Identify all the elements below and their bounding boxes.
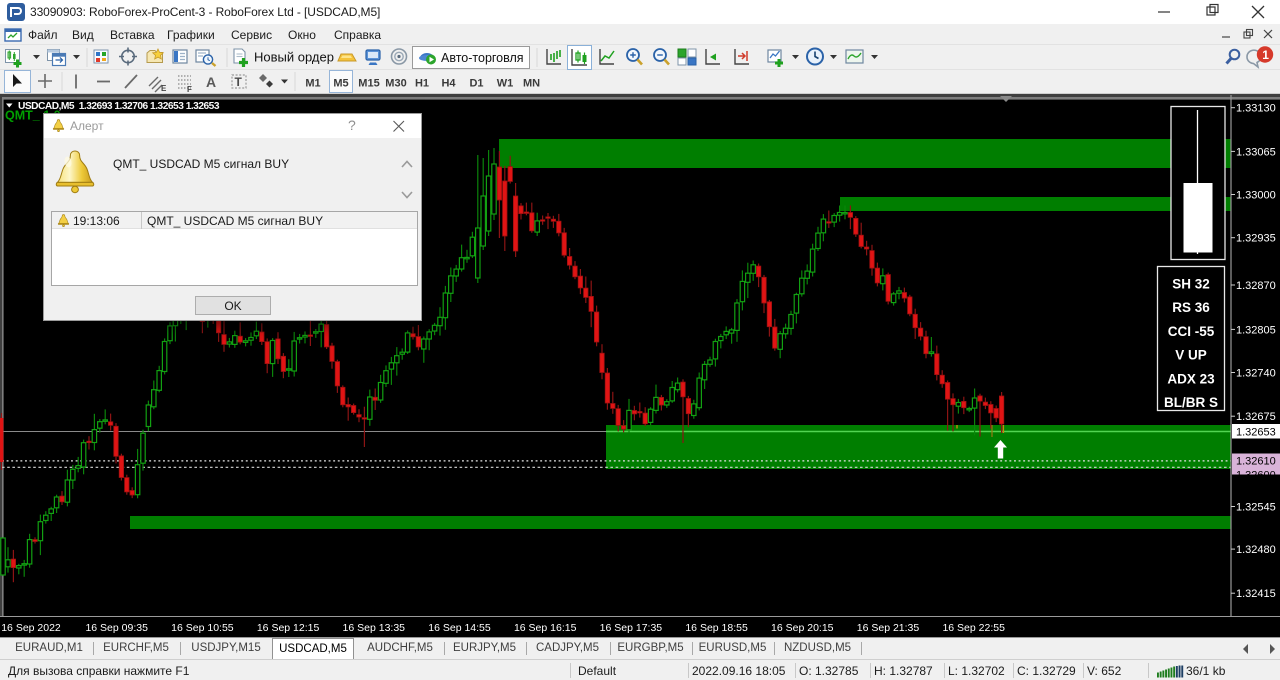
svg-text:SH 32: SH 32: [1172, 277, 1210, 292]
svg-text:1.32870: 1.32870: [1236, 280, 1276, 292]
svg-text:1.33000: 1.33000: [1236, 190, 1276, 202]
svg-text:1.32480: 1.32480: [1236, 544, 1276, 556]
svg-text:D1: D1: [469, 78, 483, 90]
svg-text:A: A: [206, 74, 216, 90]
svg-text:1.32545: 1.32545: [1236, 502, 1276, 514]
svg-text:M5: M5: [333, 78, 348, 90]
svg-text:16 Sep 22:55: 16 Sep 22:55: [942, 622, 1005, 634]
svg-text:RS 36: RS 36: [1172, 300, 1210, 315]
svg-text:1.32653: 1.32653: [1236, 427, 1276, 439]
svg-text:1.32675: 1.32675: [1236, 411, 1276, 423]
svg-text:T: T: [235, 75, 243, 89]
svg-text:CCI -55: CCI -55: [1168, 324, 1215, 339]
svg-text:BL/BR S: BL/BR S: [1164, 395, 1218, 410]
svg-text:M30: M30: [385, 78, 406, 90]
svg-text:16 Sep 16:15: 16 Sep 16:15: [514, 622, 577, 634]
svg-text:1.33130: 1.33130: [1236, 103, 1276, 115]
svg-text:M15: M15: [358, 78, 379, 90]
svg-text:W1: W1: [497, 78, 514, 90]
svg-text:16 Sep 14:55: 16 Sep 14:55: [428, 622, 491, 634]
svg-text:16 Sep 13:35: 16 Sep 13:35: [343, 622, 406, 634]
svg-text:16 Sep 10:55: 16 Sep 10:55: [171, 622, 234, 634]
svg-text:1.32740: 1.32740: [1236, 368, 1276, 380]
svg-text:Новый ордер: Новый ордер: [254, 50, 334, 65]
svg-text:MN: MN: [523, 78, 540, 90]
svg-text:16 Sep 12:15: 16 Sep 12:15: [257, 622, 320, 634]
svg-text:16 Sep 20:15: 16 Sep 20:15: [771, 622, 834, 634]
svg-text:1.32935: 1.32935: [1236, 233, 1276, 245]
svg-text:1.32805: 1.32805: [1236, 324, 1276, 336]
svg-text:1: 1: [1262, 48, 1269, 62]
svg-text:H1: H1: [415, 78, 429, 90]
svg-text:Авто-торговля: Авто-торговля: [441, 51, 524, 65]
svg-text:V UP: V UP: [1175, 348, 1207, 363]
svg-text:16 Sep 18:55: 16 Sep 18:55: [685, 622, 748, 634]
svg-text:16 Sep 2022: 16 Sep 2022: [1, 622, 61, 634]
svg-text:1.32415: 1.32415: [1236, 588, 1276, 600]
svg-text:1.32610: 1.32610: [1236, 456, 1276, 468]
svg-text:M1: M1: [305, 78, 320, 90]
svg-text:16 Sep 21:35: 16 Sep 21:35: [857, 622, 920, 634]
svg-text:16 Sep 17:35: 16 Sep 17:35: [600, 622, 663, 634]
svg-text:H4: H4: [441, 78, 456, 90]
svg-text:16 Sep 09:35: 16 Sep 09:35: [85, 622, 148, 634]
svg-text:ADX 23: ADX 23: [1167, 371, 1215, 386]
svg-text:F: F: [187, 85, 192, 93]
svg-text:1.33065: 1.33065: [1236, 146, 1276, 158]
svg-text:E: E: [161, 84, 167, 93]
